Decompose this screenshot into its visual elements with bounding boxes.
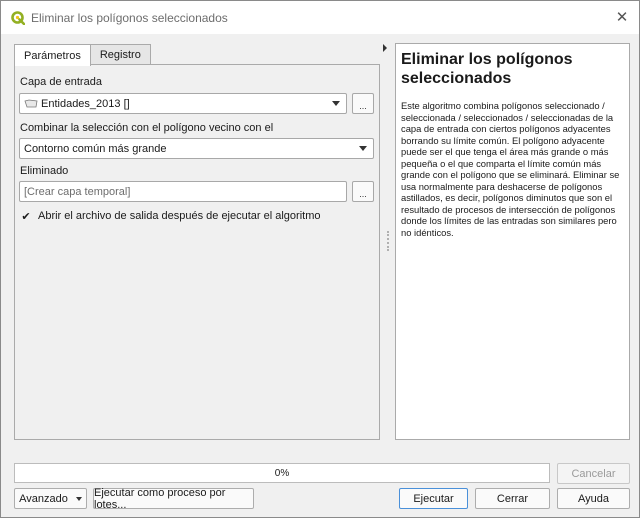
tab-registro[interactable]: Registro xyxy=(89,44,151,65)
progress-bar: 0% xyxy=(14,463,550,483)
input-layer-label: Capa de entrada xyxy=(20,76,102,88)
output-placeholder: [Crear capa temporal] xyxy=(24,185,131,198)
tab-parametros[interactable]: Parámetros xyxy=(14,44,91,66)
combine-mode-combo[interactable]: Contorno común más grande xyxy=(19,138,374,159)
combine-mode-value: Contorno común más grande xyxy=(24,142,167,155)
input-layer-value: Entidades_2013 [] xyxy=(41,97,130,110)
parameters-panel xyxy=(14,64,380,440)
open-output-checkbox[interactable]: ✔ xyxy=(20,210,32,223)
run-button[interactable]: Ejecutar xyxy=(399,488,468,509)
qgis-logo-icon xyxy=(11,10,26,25)
collapse-arrow-icon[interactable] xyxy=(383,44,387,52)
combine-label: Combinar la selección con el polígono ve… xyxy=(20,122,274,134)
help-body: Este algoritmo combina polígonos selecci… xyxy=(401,100,620,238)
close-button[interactable]: Cerrar xyxy=(475,488,550,509)
input-layer-combo[interactable]: Entidades_2013 [] xyxy=(19,93,347,114)
tab-bar: Parámetros Registro xyxy=(14,44,151,66)
open-output-label: Abrir el archivo de salida después de ej… xyxy=(38,210,321,222)
open-output-option[interactable]: ✔ Abrir el archivo de salida después de … xyxy=(20,210,321,223)
window-title: Eliminar los polígonos seleccionados xyxy=(31,10,228,25)
output-label: Eliminado xyxy=(20,165,69,177)
cancel-button[interactable]: Cancelar xyxy=(557,463,630,484)
output-browse-button[interactable]: ... xyxy=(352,181,374,202)
input-layer-browse-button[interactable]: ... xyxy=(352,93,374,114)
chevron-down-icon xyxy=(359,146,367,151)
title-bar: Eliminar los polígonos seleccionados ✕ xyxy=(1,1,639,34)
advanced-button[interactable]: Avanzado xyxy=(14,488,87,509)
splitter-handle[interactable] xyxy=(387,231,389,251)
output-field[interactable]: [Crear capa temporal] xyxy=(19,181,347,202)
progress-text: 0% xyxy=(274,467,290,479)
chevron-down-icon xyxy=(75,496,82,501)
close-icon[interactable]: ✕ xyxy=(613,8,631,26)
help-button[interactable]: Ayuda xyxy=(557,488,630,509)
dialog-window: Eliminar los polígonos seleccionados ✕ P… xyxy=(0,0,640,518)
batch-process-button[interactable]: Ejecutar como proceso por lotes... xyxy=(93,487,254,511)
polygon-layer-icon xyxy=(24,99,38,108)
chevron-down-icon xyxy=(332,101,340,106)
help-title: Eliminar los polígonos seleccionados xyxy=(401,51,573,87)
advanced-label: Avanzado xyxy=(19,492,68,505)
help-panel: Eliminar los polígonos seleccionados Est… xyxy=(395,43,630,440)
